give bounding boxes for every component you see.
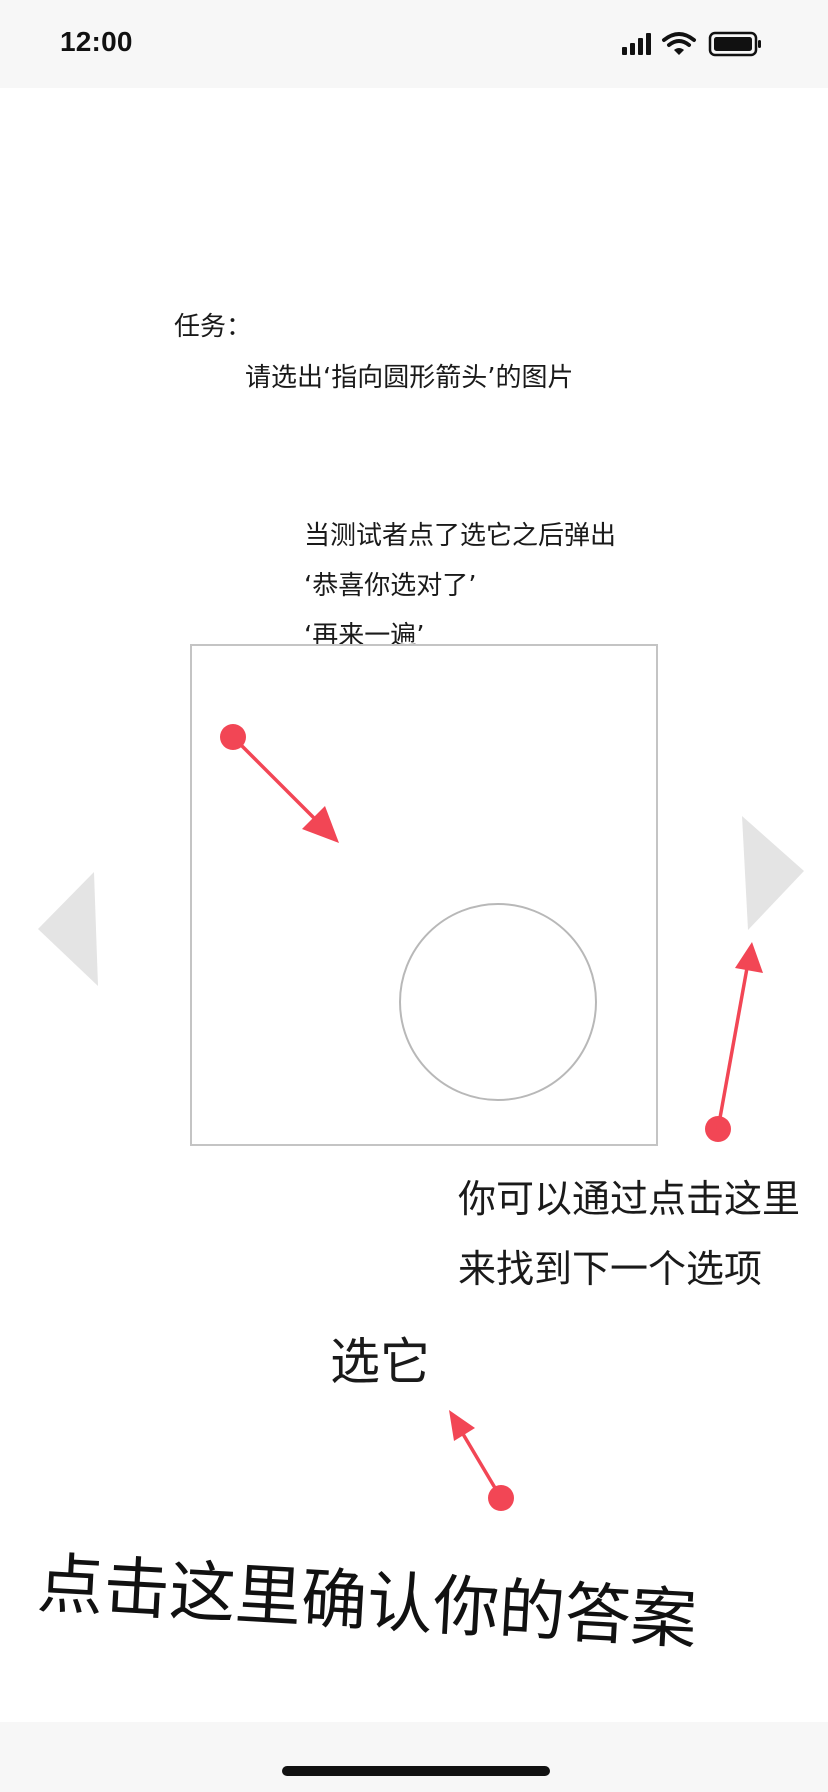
task-instruction: 请选出‘指向圆形箭头’的图片 (245, 363, 574, 393)
next-option-hint: 你可以通过点击这里 来找到下一个选项 (458, 1164, 800, 1304)
select-button[interactable]: 选它 (330, 1322, 430, 1394)
popup-note: 当测试者点了选它之后弹出 ‘恭喜你选对了’ ‘再来一遍’ (304, 511, 616, 661)
option-image (220, 724, 597, 1101)
hint-line: 你可以通过点击这里 (458, 1177, 801, 1221)
home-indicator[interactable] (282, 1766, 550, 1776)
status-time: 12:00 (60, 26, 133, 57)
arrow-icon (220, 724, 339, 843)
circle-shape (399, 903, 597, 1101)
task-label: 任务： (174, 312, 253, 342)
wifi-icon (662, 32, 696, 55)
popup-note-line: 当测试者点了选它之后弹出 (304, 521, 617, 551)
triangle-left-icon[interactable] (38, 872, 98, 986)
popup-note-line: ‘恭喜你选对了’ (304, 571, 477, 601)
signal-icon (622, 33, 651, 55)
hint-line: 来找到下一个选项 (458, 1247, 763, 1291)
prototype-screen: 12:00 任务： 请选出‘指向圆形箭头’的图片 当测试者点了选它之后弹出 ‘恭… (0, 0, 828, 1792)
status-icons (622, 31, 761, 57)
battery-icon (708, 31, 761, 57)
triangle-right-icon[interactable] (742, 816, 804, 930)
option-image-card[interactable] (190, 644, 658, 1146)
annotation-arrow-next-icon (705, 942, 763, 1142)
home-bar-area (0, 1722, 828, 1792)
annotation-arrow-select-icon (449, 1410, 514, 1511)
status-bar: 12:00 (0, 0, 828, 88)
confirm-answer-hint: 点击这里确认你的答案 (35, 1545, 699, 1659)
